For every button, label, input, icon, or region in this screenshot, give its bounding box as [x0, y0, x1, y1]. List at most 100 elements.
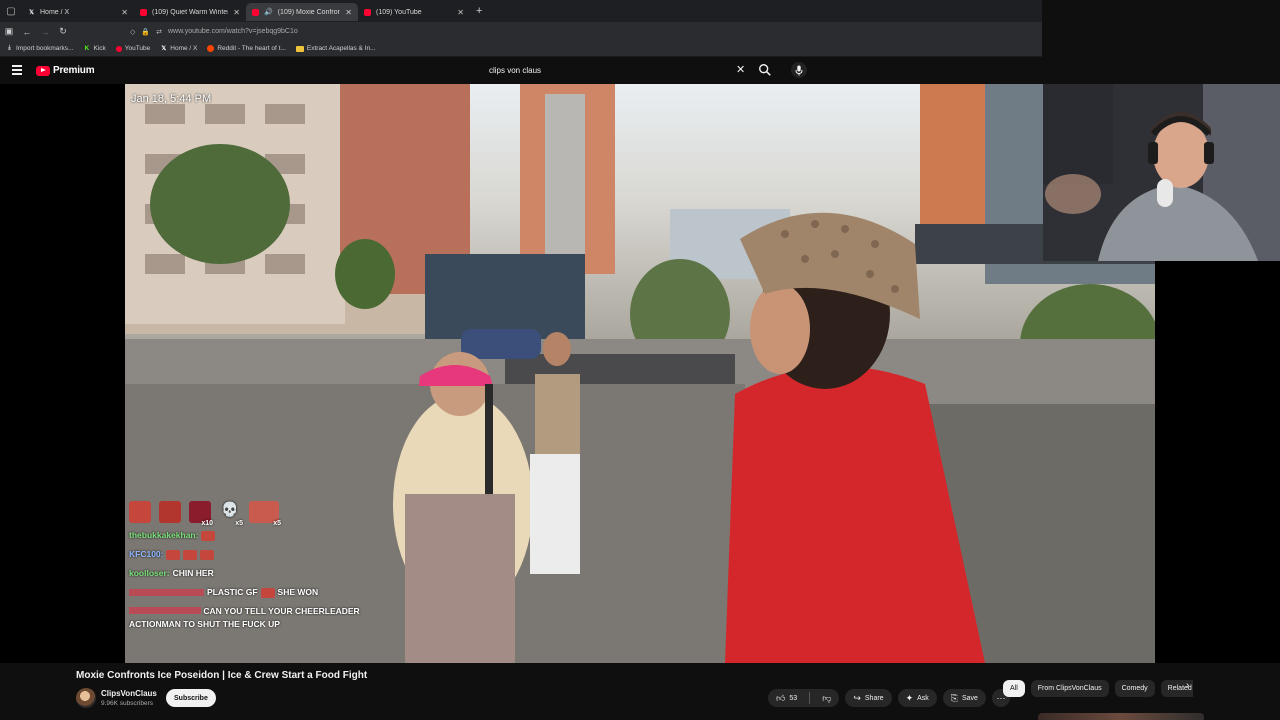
- chip-comedy[interactable]: Comedy: [1114, 679, 1155, 697]
- chat-emote-image: [166, 549, 181, 560]
- tab-title: (109) Moxie Confronts Ice |: [277, 8, 341, 16]
- chat-message: thebukkakekhan:: [129, 526, 389, 545]
- x-logo-icon: 𝕏: [29, 9, 34, 16]
- like-dislike-group: 👍︎ 53 👎︎: [768, 689, 840, 707]
- share-icon: ↪: [853, 692, 861, 703]
- site-settings-icon[interactable]: ⇄: [156, 28, 162, 36]
- chat-text: CHIN HER: [172, 568, 214, 578]
- video-title: Moxie Confronts Ice Poseidon | Ice & Cre…: [76, 670, 368, 681]
- folder-icon: [295, 45, 304, 52]
- search-input[interactable]: clips von claus: [489, 66, 541, 75]
- lock-icon[interactable]: 🔒: [141, 28, 150, 36]
- search-icon[interactable]: [758, 63, 772, 77]
- youtube-premium-logo[interactable]: Premium: [36, 65, 95, 76]
- forward-icon[interactable]: →: [36, 27, 54, 37]
- bookmark-folder[interactable]: Extract Acapellas & In...: [295, 45, 376, 52]
- save-label: Save: [962, 694, 978, 702]
- back-icon[interactable]: ←: [18, 27, 36, 37]
- share-label: Share: [864, 694, 884, 702]
- new-tab-icon[interactable]: +: [476, 5, 482, 17]
- chat-username: KFC100:: [129, 549, 164, 559]
- browser-tab[interactable]: (109) YouTube ✕: [358, 3, 470, 21]
- chat-overlay: x10 💀 x5 x5 thebukkakekhan: KFC100: kooll…: [129, 497, 389, 634]
- bookmarks-bar: ⤓ Import bookmarks... K Kick YouTube 𝕏 H…: [0, 41, 1042, 57]
- chip-from-channel[interactable]: From ClipsVonClaus: [1030, 679, 1109, 697]
- share-button[interactable]: ↪ Share: [845, 689, 892, 707]
- logo-text: Premium: [53, 65, 95, 76]
- chat-username: thebukkakekhan:: [129, 530, 199, 540]
- menu-icon[interactable]: [12, 65, 22, 77]
- chat-emote-image: [260, 587, 275, 598]
- chat-text: PLASTIC GF: [207, 587, 258, 597]
- bookmark-reddit[interactable]: Reddit - The heart of t...: [207, 45, 286, 52]
- browser-tab-strip: ▢ 𝕏 Home / X ✕ (109) Quiet Warm Winter N…: [0, 0, 1042, 22]
- bookmark-x[interactable]: 𝕏 Home / X: [160, 45, 197, 52]
- browser-tab[interactable]: 𝕏 Home / X ✕: [22, 3, 134, 21]
- dislike-button[interactable]: 👎︎: [814, 689, 839, 707]
- clear-search-icon[interactable]: ✕: [736, 63, 745, 76]
- bookmark-icon: ⎘: [950, 692, 958, 703]
- stream-timestamp: Jan 18, 5:44 PM: [131, 93, 212, 105]
- bookmark-youtube[interactable]: YouTube: [115, 45, 150, 52]
- chat-username-obscured: [129, 607, 201, 614]
- voice-search-button[interactable]: [791, 62, 807, 78]
- bookmark-label: Extract Acapellas & In...: [306, 45, 376, 52]
- subscribe-button[interactable]: Subscribe: [166, 689, 216, 707]
- x-logo-icon: 𝕏: [161, 46, 167, 52]
- channel-name[interactable]: ClipsVonClaus: [101, 689, 157, 698]
- skull-emote-icon: 💀 x5: [221, 501, 243, 527]
- bookmark-label: Reddit - The heart of t...: [217, 45, 286, 52]
- thumbs-up-icon: 👍︎: [776, 692, 786, 703]
- chat-emote-image: [201, 530, 216, 541]
- emote-count: x5: [273, 520, 281, 527]
- import-icon: ⤓: [8, 45, 11, 51]
- channel-avatar[interactable]: [76, 688, 96, 708]
- chevron-right-icon[interactable]: ›: [1186, 680, 1189, 691]
- reddit-icon: [207, 45, 215, 52]
- emote-count: x5: [235, 520, 243, 527]
- sidebar-toggle-icon[interactable]: ▣: [0, 26, 18, 37]
- subscriber-count: 9.96K subscribers: [101, 700, 154, 707]
- chat-message: koolloser: CHIN HER: [129, 564, 389, 583]
- bookmark-label: Home / X: [170, 45, 198, 52]
- emote-image: x10: [189, 501, 213, 527]
- chat-emote-image: [200, 549, 215, 560]
- browser-tab[interactable]: (109) Quiet Warm Winter Night ✕: [134, 3, 246, 21]
- emote-count: x10: [201, 520, 213, 527]
- close-tab-icon[interactable]: ✕: [457, 8, 464, 17]
- youtube-icon: [364, 8, 371, 16]
- ask-button[interactable]: ✦ Ask: [897, 689, 937, 707]
- youtube-icon: [252, 8, 259, 16]
- reload-icon[interactable]: ↻: [54, 26, 72, 37]
- close-tab-icon[interactable]: ✕: [233, 8, 240, 17]
- shield-icon[interactable]: ◇: [130, 28, 135, 36]
- thumbs-down-icon: 👎︎: [822, 692, 832, 703]
- microphone-icon: [795, 65, 803, 75]
- browser-navbar: ▣ ← → ↻ ◇ 🔒 ⇄ www.youtube.com/watch?v=js…: [0, 22, 1042, 41]
- like-button[interactable]: 👍︎ 53: [768, 689, 805, 707]
- bookmark-label: Import bookmarks...: [16, 45, 74, 52]
- close-tab-icon[interactable]: ✕: [345, 8, 352, 17]
- bookmark-import[interactable]: ⤓ Import bookmarks...: [6, 45, 73, 52]
- close-tab-icon[interactable]: ✕: [121, 8, 128, 17]
- tab-actions-menu-icon[interactable]: ▢: [0, 0, 22, 22]
- youtube-icon: [140, 8, 147, 16]
- emote-image: x5: [249, 501, 281, 527]
- chat-emote-image: [183, 549, 198, 560]
- recommended-video-thumbnail[interactable]: [1038, 713, 1204, 720]
- chat-username-obscured: [129, 589, 204, 596]
- chip-all[interactable]: All: [1003, 679, 1025, 697]
- bookmark-label: Kick: [93, 45, 106, 52]
- address-bar[interactable]: ◇ 🔒 ⇄ www.youtube.com/watch?v=jsebqg9bC1…: [130, 24, 298, 39]
- related-filter-chips: All From ClipsVonClaus Comedy Related: [1003, 679, 1193, 697]
- save-button[interactable]: ⎘ Save: [942, 689, 986, 707]
- browser-tab-active[interactable]: 🔊 (109) Moxie Confronts Ice | ✕: [246, 3, 358, 21]
- sparkle-icon: ✦: [905, 692, 914, 703]
- tab-title: Home / X: [40, 8, 70, 16]
- url-text[interactable]: www.youtube.com/watch?v=jsebqg9bC1o: [168, 28, 298, 35]
- speaker-icon[interactable]: 🔊: [264, 8, 273, 16]
- divider: [809, 692, 811, 704]
- bookmark-kick[interactable]: K Kick: [83, 45, 106, 52]
- kick-icon: K: [84, 45, 90, 52]
- video-actions: 👍︎ 53 👎︎ ↪ Share ✦ Ask ⎘ Save ⋯: [768, 689, 1010, 707]
